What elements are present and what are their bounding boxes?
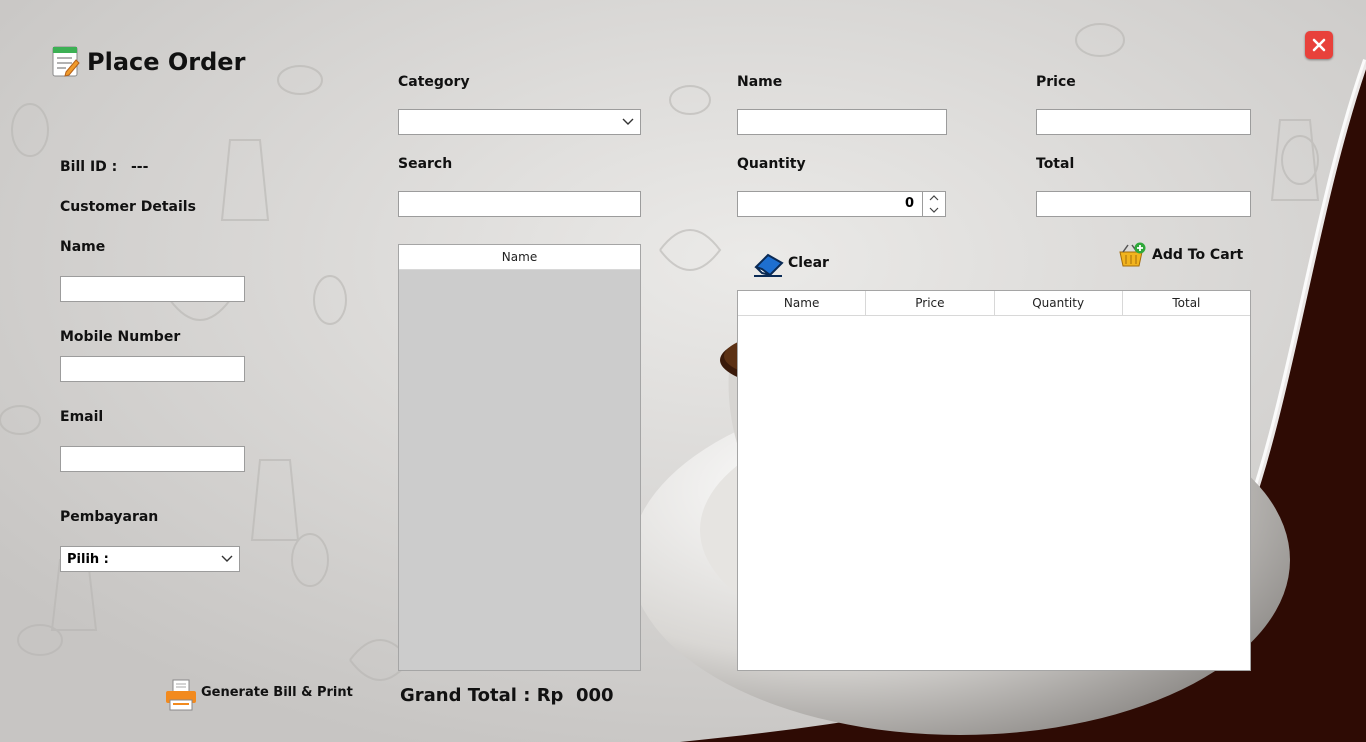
product-name-input[interactable] xyxy=(738,110,946,134)
clear-label: Clear xyxy=(788,255,829,271)
product-list-header: Name xyxy=(399,245,640,270)
email-field[interactable] xyxy=(60,446,245,472)
category-label: Category xyxy=(398,74,470,90)
mobile-number-field[interactable] xyxy=(60,356,245,382)
grand-total-value: 000 xyxy=(575,685,614,706)
cart-column-total[interactable]: Total xyxy=(1123,291,1250,315)
customer-name-field[interactable] xyxy=(60,276,245,302)
cart-column-name[interactable]: Name xyxy=(738,291,867,315)
customer-name-label: Name xyxy=(60,239,106,255)
search-field[interactable] xyxy=(398,191,641,217)
price-input[interactable] xyxy=(1037,110,1250,134)
price-field[interactable] xyxy=(1036,109,1251,135)
chevron-up-icon[interactable] xyxy=(923,192,945,204)
chevron-down-icon xyxy=(215,547,239,571)
page-title: Place Order xyxy=(87,48,246,76)
eraser-icon xyxy=(754,253,784,277)
customer-details-heading: Customer Details xyxy=(60,199,196,215)
printer-icon xyxy=(166,679,196,711)
customer-name-input[interactable] xyxy=(61,277,244,301)
bill-id-value: --- xyxy=(131,159,149,175)
close-icon xyxy=(1312,38,1326,52)
quantity-label: Quantity xyxy=(737,156,806,172)
payment-select[interactable]: Pilih : xyxy=(60,546,240,572)
cart-table[interactable]: Name Price Quantity Total xyxy=(737,290,1251,671)
grand-total: Grand Total : Rp 000 xyxy=(400,685,614,706)
add-to-cart-label: Add To Cart xyxy=(1152,247,1244,263)
chevron-down-icon xyxy=(616,110,640,134)
email-label: Email xyxy=(60,409,104,425)
chevron-down-icon[interactable] xyxy=(923,204,945,216)
product-name-label: Name xyxy=(737,74,783,90)
generate-bill-button[interactable]: Generate Bill & Print xyxy=(164,678,353,712)
quantity-stepper[interactable]: 0 xyxy=(737,191,946,217)
email-input[interactable] xyxy=(61,447,244,471)
close-button[interactable] xyxy=(1305,31,1333,59)
search-label: Search xyxy=(398,156,453,172)
mobile-number-label: Mobile Number xyxy=(60,329,181,345)
mobile-number-input[interactable] xyxy=(61,357,244,381)
basket-add-icon xyxy=(1119,242,1146,267)
generate-bill-label: Generate Bill & Print xyxy=(201,684,353,700)
grand-total-label: Grand Total : xyxy=(400,685,531,706)
bill-id-label: Bill ID : xyxy=(60,159,118,175)
cart-column-quantity[interactable]: Quantity xyxy=(995,291,1123,315)
category-select[interactable] xyxy=(398,109,641,135)
grand-total-currency: Rp xyxy=(536,685,564,706)
product-list-header-name[interactable]: Name xyxy=(399,245,640,269)
payment-selected-value: Pilih : xyxy=(67,551,109,567)
price-label: Price xyxy=(1036,74,1076,90)
search-input[interactable] xyxy=(399,192,640,216)
product-name-field[interactable] xyxy=(737,109,947,135)
total-label: Total xyxy=(1036,156,1075,172)
order-form-icon xyxy=(52,46,80,78)
product-list-table[interactable]: Name xyxy=(398,244,641,671)
cart-table-header: Name Price Quantity Total xyxy=(738,291,1250,316)
clear-button[interactable]: Clear xyxy=(752,249,829,277)
cart-column-price[interactable]: Price xyxy=(866,291,995,315)
quantity-value[interactable]: 0 xyxy=(738,192,923,216)
add-to-cart-button[interactable]: Add To Cart xyxy=(1118,242,1243,268)
payment-label: Pembayaran xyxy=(60,509,159,525)
total-input[interactable] xyxy=(1037,192,1250,216)
total-field[interactable] xyxy=(1036,191,1251,217)
